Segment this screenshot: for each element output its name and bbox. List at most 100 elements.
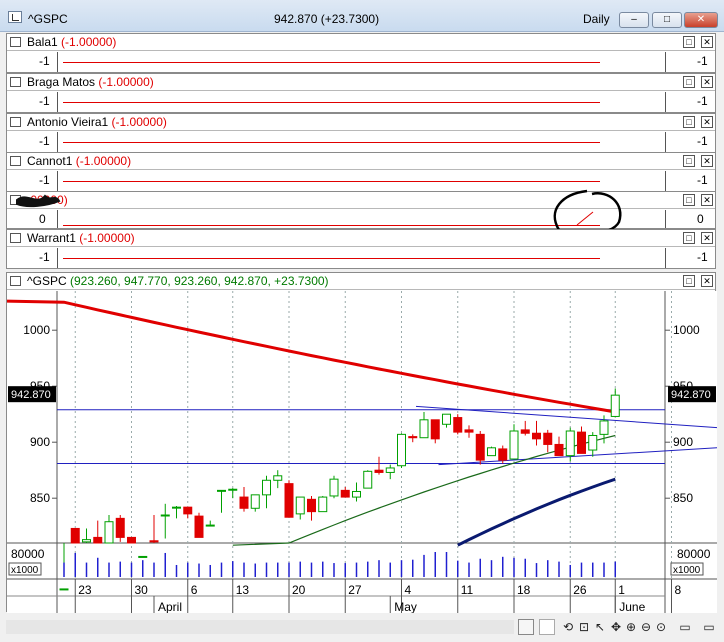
date-tick-label: 26 [573,583,587,597]
candle-body [408,436,418,439]
pane-maximize-button[interactable]: □ [683,275,695,287]
candle-body [453,417,463,433]
blank-button[interactable] [539,619,555,635]
indicator-line [63,62,600,63]
pane-icon[interactable] [10,117,21,127]
window-titlebar: ^GSPC 942.870 (+23.7300) Daily – □ ✕ [0,0,724,32]
candle-body [93,536,103,544]
candle-body [82,539,91,543]
indicator-value-right: -1 [697,54,708,68]
candle-body [59,588,69,591]
zoom-in-icon[interactable]: ⊕ [624,620,638,634]
candle-body [127,536,136,544]
crosshair-icon[interactable]: ✥ [609,620,623,634]
date-tick-label: 23 [78,583,92,597]
pane-maximize-button[interactable]: □ [683,36,695,48]
pane-icon[interactable] [10,156,21,166]
candle-body [329,478,339,497]
right-axis [665,132,666,152]
indicator-pane: Cannot1 (-1.00000) □ ✕ -1 -1 [6,152,716,192]
pane-close-button[interactable]: ✕ [701,275,713,287]
scroll-thumb[interactable] [518,619,534,635]
date-tick-label: 8 [675,583,682,597]
main-pane-header: ^GSPC (923.260, 947.770, 923.260, 942.87… [7,273,715,290]
date-tick-label: 18 [517,583,531,597]
indicator-value-right: -1 [697,94,708,108]
cursor-icon[interactable]: ↖ [593,620,607,634]
candle-body [374,469,384,473]
pane-close-button[interactable]: ✕ [701,76,713,88]
candle-body [475,433,485,461]
toggle-icon[interactable]: ▭ [673,620,697,634]
right-axis [665,92,666,112]
date-tick-label: 30 [135,583,149,597]
zoom-out-icon[interactable]: ⊖ [639,620,653,634]
pane-close-button[interactable]: ✕ [701,155,713,167]
indicator-plot[interactable]: -1 -1 [7,92,715,112]
candle-body [340,489,350,498]
maximize-button[interactable]: □ [652,12,682,28]
indicator-line [63,258,600,259]
date-tick-label: 4 [405,583,412,597]
indicator-line [63,142,600,143]
price-chart[interactable]: 23 30 6 13 20 27 4 11 18 26 1 8April May June1000 1000… [7,291,717,613]
candle-body [599,420,609,435]
left-axis [57,248,58,268]
candle-body [509,430,519,460]
current-price-left: 942.870 [11,389,51,401]
candle-body [284,483,294,518]
indicator-plot[interactable]: -1 -1 [7,248,715,268]
pane-maximize-button[interactable]: □ [683,116,695,128]
indicator-plot[interactable]: -1 -1 [7,171,715,191]
status-bar: ⟲ ⊡ ↖ ✥ ⊕ ⊖ ⊙ ▭ ▭ [0,614,724,642]
right-axis [665,52,666,72]
candle-body [217,489,226,492]
pane-icon[interactable] [10,37,21,47]
pane-close-button[interactable]: ✕ [701,232,713,244]
toggle-icon[interactable]: ▭ [697,620,721,634]
candle-body [228,488,238,491]
left-axis [57,171,58,191]
left-axis [57,132,58,152]
indicator-value-left: -1 [39,173,50,187]
indicator-value-right: -1 [697,250,708,264]
indicator-value-left: -1 [39,134,50,148]
candle-body [262,479,271,496]
pane-icon[interactable] [10,77,21,87]
volume-label-left: 80000 [11,547,45,561]
date-tick-label: 20 [292,583,306,597]
date-tick-label: 11 [461,583,474,597]
candle-body [565,430,575,457]
date-tick-label: 27 [348,583,362,597]
lock-icon[interactable]: ⊙ [654,620,668,634]
indicator-param: (-1.00000) [79,231,135,245]
y-tick-label-right: 900 [673,435,693,449]
pane-maximize-button[interactable]: □ [683,155,695,167]
indicator-pane: Bala1 (-1.00000) □ ✕ -1 -1 [6,33,716,73]
pane-close-button[interactable]: ✕ [701,116,713,128]
pane-maximize-button[interactable]: □ [683,232,695,244]
left-axis [57,52,58,72]
close-button[interactable]: ✕ [684,12,718,28]
link-icon[interactable]: ⟲ [561,620,575,634]
indicator-plot[interactable]: -1 -1 [7,52,715,72]
minimize-button[interactable]: – [619,12,649,28]
candle-body [250,494,260,509]
indicator-name: Bala1 [27,35,58,49]
horizontal-scrollbar-track[interactable] [6,620,514,634]
candle-body [160,514,170,517]
month-label: June [619,600,645,613]
pane-icon[interactable] [10,276,21,286]
candle-body [352,490,361,498]
period-label[interactable]: Daily [583,12,610,26]
pane-icon[interactable] [10,233,21,243]
candle-body [70,527,80,544]
indicator-plot[interactable]: -1 -1 [7,132,715,152]
refresh-icon[interactable]: ⊡ [577,620,591,634]
pane-close-button[interactable]: ✕ [701,36,713,48]
candle-body [194,515,204,538]
pane-maximize-button[interactable]: □ [683,76,695,88]
candle-body [115,517,125,538]
candle-body [307,498,316,513]
indicator-name: Warrant1 [27,231,76,245]
